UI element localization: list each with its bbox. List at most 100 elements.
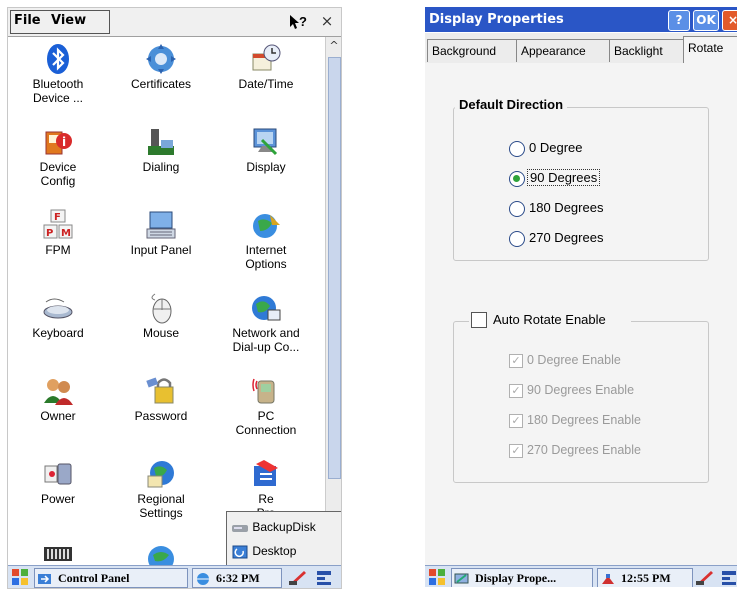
- checkbox-90-degrees-enable[interactable]: ✓: [509, 384, 523, 398]
- display-switch-icon[interactable]: [315, 569, 335, 586]
- close-button[interactable]: ×: [317, 12, 337, 32]
- control-panel-item[interactable]: Mouse: [111, 286, 211, 368]
- svg-text:M: M: [61, 228, 71, 239]
- taskbar-clock[interactable]: 12:55 PM: [597, 568, 693, 587]
- network-icon: [252, 296, 281, 321]
- control-panel-item[interactable]: Display: [216, 120, 316, 202]
- rotate-panel: Default Direction 0 Degree 90 Degrees 18…: [425, 63, 737, 565]
- window-title: Display Properties: [429, 12, 564, 27]
- svg-text:P: P: [46, 228, 53, 239]
- radio-0-degree[interactable]: [509, 141, 525, 157]
- network-status-icon: [602, 574, 614, 585]
- power-icon: [44, 463, 72, 485]
- scroll-thumb[interactable]: [328, 57, 341, 479]
- internet-options-icon: [253, 214, 280, 238]
- taskbar-clock[interactable]: 6:32 PM: [192, 568, 282, 588]
- help-button[interactable]: ?: [668, 10, 690, 31]
- popup-label-backupdisk: BackupDisk: [252, 520, 316, 534]
- control-panel-item-label: Power: [40, 492, 75, 506]
- control-panel-item[interactable]: Power: [8, 452, 108, 534]
- input-panel-icon: [146, 211, 176, 239]
- control-panel-item-label: FPM: [45, 243, 71, 257]
- control-panel-item[interactable]: Internet Options: [216, 203, 316, 285]
- control-panel-item[interactable]: F P M FPM: [8, 203, 108, 285]
- sip-keyboard-icon[interactable]: [288, 569, 308, 586]
- control-panel-item[interactable]: Input Panel: [111, 203, 211, 285]
- radio-90-degrees[interactable]: [509, 171, 525, 187]
- radio-270-degrees[interactable]: [509, 231, 525, 247]
- bluetooth-icon: [47, 44, 69, 74]
- svg-text:i: i: [62, 135, 66, 149]
- svg-text:F: F: [54, 212, 61, 223]
- display-switch-icon[interactable]: [720, 569, 737, 586]
- control-panel-item-label: Mouse: [142, 326, 180, 340]
- ok-button[interactable]: OK: [693, 10, 719, 31]
- auto-rotate-group: [453, 321, 709, 483]
- menu-bar: File View ? ×: [8, 8, 341, 37]
- taskbar-task-label: Control Panel: [58, 571, 130, 585]
- tab-backlight[interactable]: Backlight: [609, 39, 689, 62]
- popup-item-desktop[interactable]: Desktop: [231, 540, 339, 562]
- scroll-up-arrow-icon[interactable]: ^: [327, 39, 341, 53]
- sip-keyboard-icon[interactable]: [695, 569, 715, 586]
- control-panel-item[interactable]: Dialing: [111, 120, 211, 202]
- keyboard-icon: [43, 298, 73, 319]
- control-panel-item[interactable]: Keyboard: [8, 286, 108, 368]
- auto-rotate-checkbox[interactable]: [471, 312, 487, 328]
- remove-programs-icon: [254, 460, 278, 486]
- tab-rotate[interactable]: Rotate: [683, 36, 737, 63]
- popup-item-backupdisk[interactable]: BackupDisk: [231, 516, 339, 538]
- radio-label-90-degrees: 90 Degrees: [527, 169, 601, 186]
- control-panel-task-icon: [38, 574, 51, 585]
- mouse-icon: [151, 293, 172, 324]
- radio-label-270-degrees: 270 Degrees: [529, 230, 604, 245]
- control-panel-item[interactable]: Date/Time: [216, 37, 316, 119]
- fpm-icon: FP M: [43, 209, 73, 239]
- control-panel-item[interactable]: Regional Settings: [111, 452, 211, 534]
- checkbox-label-270-degrees-enable: 270 Degrees Enable: [527, 443, 641, 457]
- tab-appearance[interactable]: Appearance: [516, 39, 614, 62]
- control-panel-item-label: Keyboard: [32, 326, 84, 340]
- checkbox-270-degrees-enable[interactable]: ✓: [509, 444, 523, 458]
- control-panel-item-label: Input Panel: [130, 243, 192, 257]
- menu-file[interactable]: File: [14, 12, 41, 30]
- taskbar: Display Prope... 12:55 PM: [425, 565, 737, 587]
- checkbox-label-0-degree-enable: 0 Degree Enable: [527, 353, 621, 367]
- svg-text:?: ?: [299, 14, 307, 29]
- taskbar-task-display-properties[interactable]: Display Prope...: [451, 568, 593, 587]
- control-panel-item[interactable]: PC Connection: [216, 369, 316, 451]
- start-icon[interactable]: [11, 568, 29, 586]
- owner-icon: [44, 379, 73, 405]
- taskbar: Control Panel 6:32 PM: [8, 565, 341, 588]
- checkbox-180-degrees-enable[interactable]: ✓: [509, 414, 523, 428]
- taskbar-task-control-panel[interactable]: Control Panel: [34, 568, 188, 588]
- taskbar-task-label: Display Prope...: [475, 571, 557, 585]
- control-panel-item[interactable]: Owner: [8, 369, 108, 451]
- control-panel-item[interactable]: Password: [111, 369, 211, 451]
- control-panel-item-label: Internet Options: [245, 243, 287, 271]
- control-panel-item-label: Date/Time: [238, 77, 294, 91]
- tab-background[interactable]: Background: [427, 39, 521, 62]
- display-task-icon: [454, 573, 469, 584]
- control-panel-item-label: Device Config: [39, 160, 77, 188]
- control-panel-item[interactable]: i Device Config: [8, 120, 108, 202]
- vertical-scrollbar[interactable]: ^: [325, 37, 341, 565]
- help-button[interactable]: ?: [287, 12, 309, 32]
- help-pointer-icon: ?: [290, 14, 307, 29]
- control-panel-window: File View ? × Bluetooth Device ... Certif…: [7, 7, 342, 589]
- control-panel-item-label: Network and Dial-up Co...: [232, 326, 300, 354]
- display-icon: [253, 128, 278, 156]
- checkbox-0-degree-enable[interactable]: ✓: [509, 354, 523, 368]
- control-panel-item[interactable]: Certificates: [111, 37, 211, 119]
- start-icon[interactable]: [428, 568, 446, 586]
- menu-view[interactable]: View: [51, 12, 86, 30]
- password-icon: [146, 377, 174, 404]
- dialing-icon: [148, 129, 174, 155]
- control-panel-item[interactable]: Bluetooth Device ...: [8, 37, 108, 119]
- drive-icon: [232, 524, 248, 532]
- radio-180-degrees[interactable]: [509, 201, 525, 217]
- close-button[interactable]: ×: [722, 10, 737, 31]
- tab-strip: Background Appearance Backlight Rotate: [425, 33, 737, 63]
- control-panel-item[interactable]: Network and Dial-up Co...: [216, 286, 316, 368]
- popup-label-desktop: Desktop: [252, 544, 297, 558]
